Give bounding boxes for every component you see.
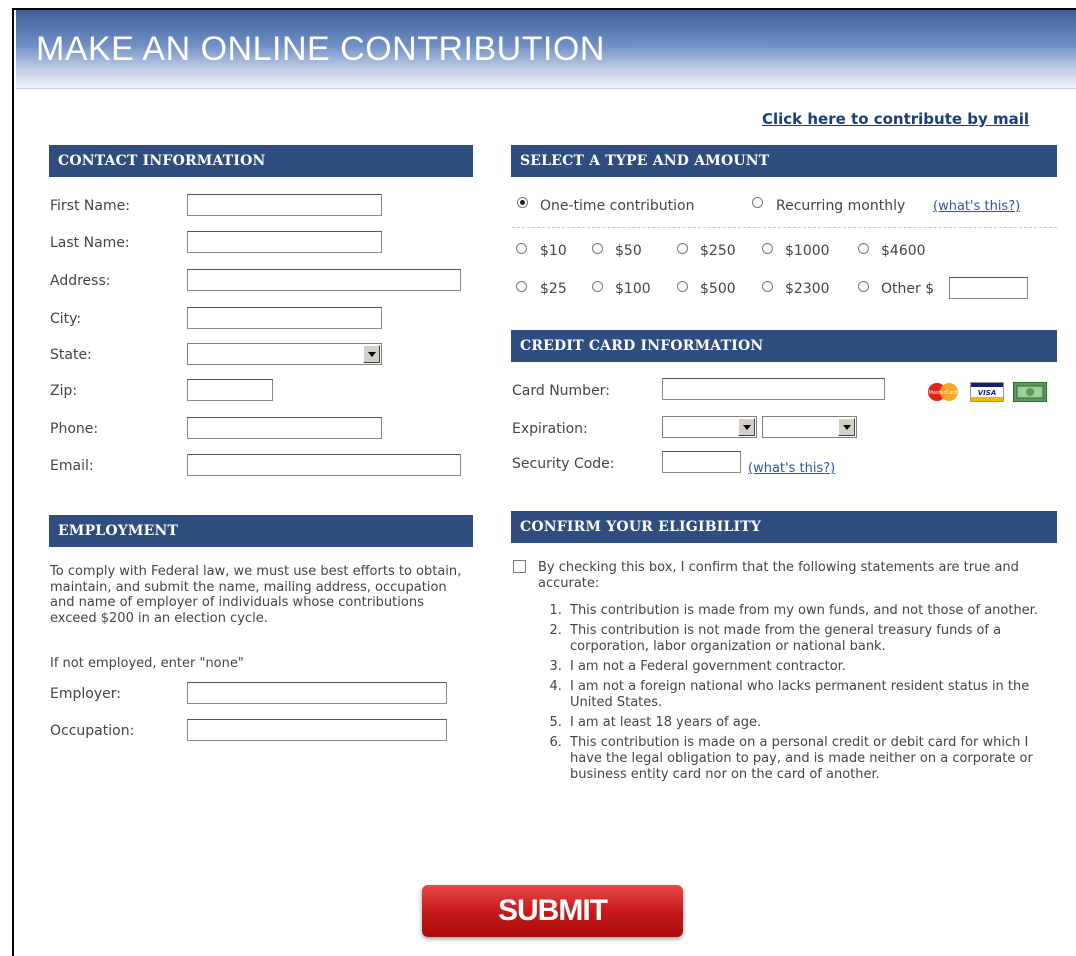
- other-amount-input[interactable]: [949, 277, 1028, 299]
- security-code-label: Security Code:: [512, 456, 615, 472]
- one-time-label: One-time contribution: [540, 198, 695, 214]
- card-number-label: Card Number:: [512, 383, 610, 399]
- contribute-by-mail-link[interactable]: Click here to contribute by mail: [762, 110, 1029, 128]
- amount-radio-1000[interactable]: [762, 243, 773, 254]
- card-number-input[interactable]: [662, 378, 885, 400]
- amount-label-50: $50: [615, 243, 642, 259]
- expiration-month-select[interactable]: [662, 416, 757, 438]
- mastercard-icon: MasterCard: [928, 383, 958, 401]
- one-time-radio[interactable]: [517, 197, 528, 208]
- credit-card-header: CREDIT CARD INFORMATION: [511, 330, 1057, 362]
- phone-input[interactable]: [187, 417, 382, 439]
- page-banner: MAKE AN ONLINE CONTRIBUTION: [16, 10, 1076, 89]
- amount-label-100: $100: [615, 281, 651, 297]
- amount-radio-500[interactable]: [677, 281, 688, 292]
- city-input[interactable]: [187, 307, 382, 329]
- visa-text: VISA: [978, 389, 996, 397]
- zip-label: Zip:: [50, 383, 78, 399]
- eligibility-checkbox-text: By checking this box, I confirm that the…: [538, 560, 1019, 591]
- list-item: I am at least 18 years of age.: [566, 715, 1055, 731]
- amount-radio-10[interactable]: [516, 243, 527, 254]
- recurring-whats-this-link[interactable]: (what's this?): [933, 199, 1020, 214]
- cash-card-icon: [1013, 382, 1047, 402]
- phone-label: Phone:: [50, 421, 99, 437]
- address-input[interactable]: [187, 269, 461, 291]
- security-whats-this-link[interactable]: (what's this?): [748, 461, 835, 476]
- amount-label-2300: $2300: [785, 281, 830, 297]
- amount-radio-other[interactable]: [858, 281, 869, 292]
- eligibility-header: CONFIRM YOUR ELIGIBILITY: [511, 511, 1057, 543]
- amount-radio-50[interactable]: [592, 243, 603, 254]
- employer-label: Employer:: [50, 686, 121, 702]
- amount-label-1000: $1000: [785, 243, 830, 259]
- list-item: This contribution is made on a personal …: [566, 735, 1055, 783]
- amount-label-250: $250: [700, 243, 736, 259]
- page-title: MAKE AN ONLINE CONTRIBUTION: [36, 30, 605, 68]
- amount-radio-25[interactable]: [516, 281, 527, 292]
- employment-notice: To comply with Federal law, we must use …: [50, 564, 462, 626]
- not-employed-note: If not employed, enter "none": [50, 656, 244, 671]
- recurring-radio[interactable]: [752, 197, 763, 208]
- visa-icon: VISA: [970, 382, 1004, 402]
- amount-divider: [512, 227, 1057, 228]
- last-name-label: Last Name:: [50, 235, 130, 251]
- amount-label-25: $25: [540, 281, 567, 297]
- expiration-year-select[interactable]: [762, 416, 857, 438]
- amount-label-10: $10: [540, 243, 567, 259]
- security-code-input[interactable]: [662, 451, 741, 473]
- amount-radio-250[interactable]: [677, 243, 688, 254]
- list-item: I am not a Federal government contractor…: [566, 659, 1055, 675]
- amount-label-500: $500: [700, 281, 736, 297]
- email-input[interactable]: [187, 454, 461, 476]
- email-label: Email:: [50, 458, 94, 474]
- mastercard-text: MasterCard: [929, 390, 958, 396]
- contact-information-header: CONTACT INFORMATION: [49, 145, 473, 177]
- submit-button[interactable]: SUBMIT: [422, 885, 683, 937]
- first-name-input[interactable]: [187, 194, 382, 216]
- list-item: This contribution is not made from the g…: [566, 623, 1055, 655]
- eligibility-statements: This contribution is made from my own fu…: [530, 603, 1055, 787]
- chevron-down-icon[interactable]: [363, 345, 380, 363]
- chevron-down-icon[interactable]: [838, 418, 855, 436]
- city-label: City:: [50, 311, 82, 327]
- expiration-label: Expiration:: [512, 421, 588, 437]
- occupation-input[interactable]: [187, 719, 447, 741]
- occupation-label: Occupation:: [50, 723, 135, 739]
- list-item: This contribution is made from my own fu…: [566, 603, 1055, 619]
- amount-radio-4600[interactable]: [858, 243, 869, 254]
- recurring-label: Recurring monthly: [776, 198, 906, 214]
- amount-radio-2300[interactable]: [762, 281, 773, 292]
- last-name-input[interactable]: [187, 231, 382, 253]
- state-select[interactable]: [187, 343, 382, 365]
- address-label: Address:: [50, 273, 111, 289]
- amount-label-other: Other $: [881, 281, 935, 297]
- type-amount-header: SELECT A TYPE AND AMOUNT: [511, 145, 1057, 177]
- list-item: I am not a foreign national who lacks pe…: [566, 679, 1055, 711]
- employer-input[interactable]: [187, 682, 447, 704]
- employment-header: EMPLOYMENT: [49, 515, 473, 547]
- state-label: State:: [50, 347, 92, 363]
- zip-input[interactable]: [187, 379, 273, 401]
- amount-label-4600: $4600: [881, 243, 926, 259]
- first-name-label: First Name:: [50, 198, 130, 214]
- chevron-down-icon[interactable]: [738, 418, 755, 436]
- eligibility-checkbox[interactable]: [513, 560, 526, 573]
- amount-radio-100[interactable]: [592, 281, 603, 292]
